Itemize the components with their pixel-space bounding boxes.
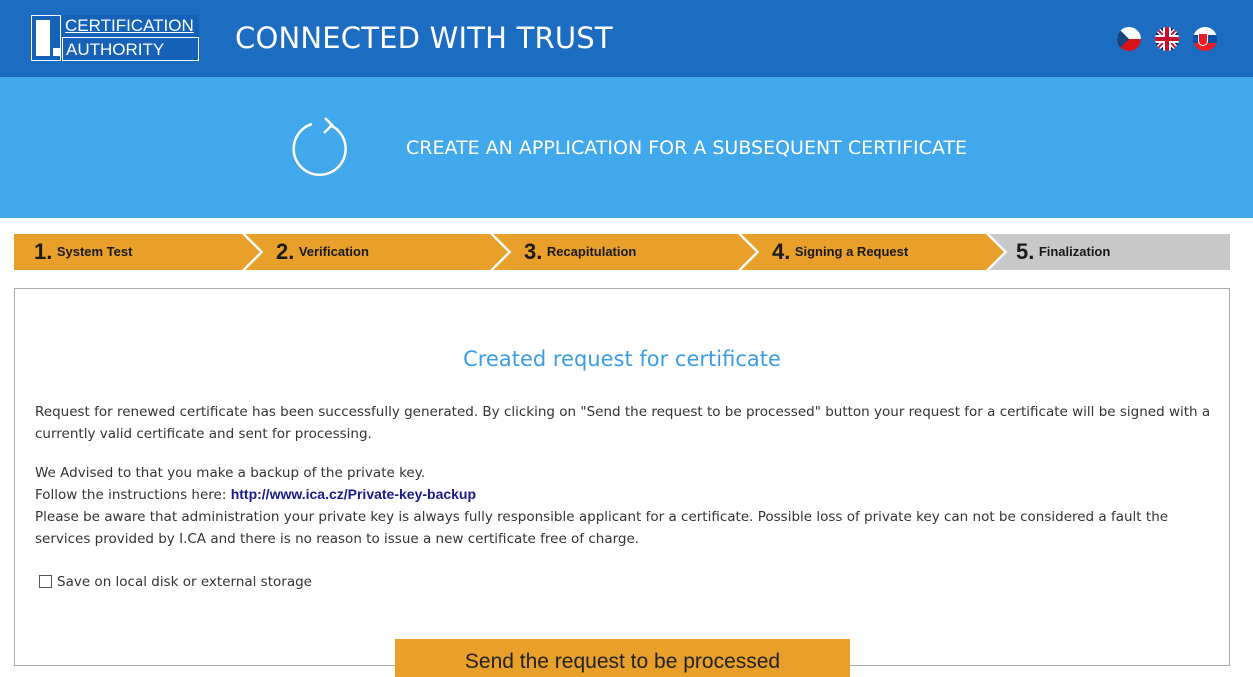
step-number: 1.	[34, 239, 53, 264]
instructions-label: Follow the instructions here:	[35, 487, 227, 503]
send-request-button[interactable]: Send the request to be processed	[395, 639, 850, 677]
slovak-flag-icon[interactable]	[1193, 27, 1217, 51]
refresh-icon	[292, 117, 347, 177]
content-panel: Created request for certificate Request …	[14, 288, 1230, 666]
page-banner: CREATE AN APPLICATION FOR A SUBSEQUENT C…	[0, 77, 1253, 218]
section-title: Created request for certificate	[463, 347, 781, 371]
logo-line1: CERTIFICATION	[62, 15, 199, 37]
progress-steps: 1. System Test 2. Verification 3. Recapi…	[14, 234, 1230, 270]
save-local-option[interactable]: Save on local disk or external storage	[39, 573, 312, 591]
header-slogan: CONNECTED WITH TRUST	[235, 21, 613, 55]
step-number: 2.	[276, 239, 295, 264]
step-label: Finalization	[1038, 244, 1111, 259]
backup-instructions-link[interactable]: http://www.ica.cz/Private-key-backup	[231, 486, 476, 502]
step-number: 5.	[1016, 239, 1035, 264]
step-label: System Test	[56, 244, 133, 259]
step-number: 3.	[524, 239, 543, 264]
private-key-warning: Please be aware that administration your…	[35, 509, 1169, 547]
logo-text: CERTIFICATION AUTHORITY	[62, 15, 199, 61]
english-flag-icon[interactable]	[1155, 27, 1179, 51]
instructions-line: Follow the instructions here: http://www…	[35, 484, 1215, 506]
step-finalization: 5. Finalization	[988, 234, 1230, 270]
logo-line2: AUTHORITY	[62, 37, 199, 61]
step-system-test: 1. System Test	[14, 234, 260, 270]
step-label: Signing a Request	[794, 244, 909, 259]
step-verification: 2. Verification	[244, 234, 508, 270]
logo-i-mark	[31, 15, 61, 61]
step-label: Recapitulation	[546, 244, 637, 259]
page-title: CREATE AN APPLICATION FOR A SUBSEQUENT C…	[406, 137, 968, 159]
backup-advice: We Advised to that you make a backup of …	[35, 465, 426, 481]
backup-info: We Advised to that you make a backup of …	[35, 463, 1215, 550]
czech-flag-icon[interactable]	[1117, 27, 1141, 51]
step-label: Verification	[298, 244, 369, 259]
save-local-checkbox[interactable]	[39, 575, 52, 588]
step-signing-request: 4. Signing a Request	[740, 234, 1004, 270]
save-local-label[interactable]: Save on local disk or external storage	[57, 574, 312, 590]
step-recapitulation: 3. Recapitulation	[492, 234, 756, 270]
ica-logo[interactable]: CERTIFICATION AUTHORITY	[31, 15, 199, 61]
success-message: Request for renewed certificate has been…	[35, 404, 1211, 442]
top-header: CERTIFICATION AUTHORITY CONNECTED WITH T…	[0, 0, 1253, 77]
step-number: 4.	[772, 239, 791, 264]
